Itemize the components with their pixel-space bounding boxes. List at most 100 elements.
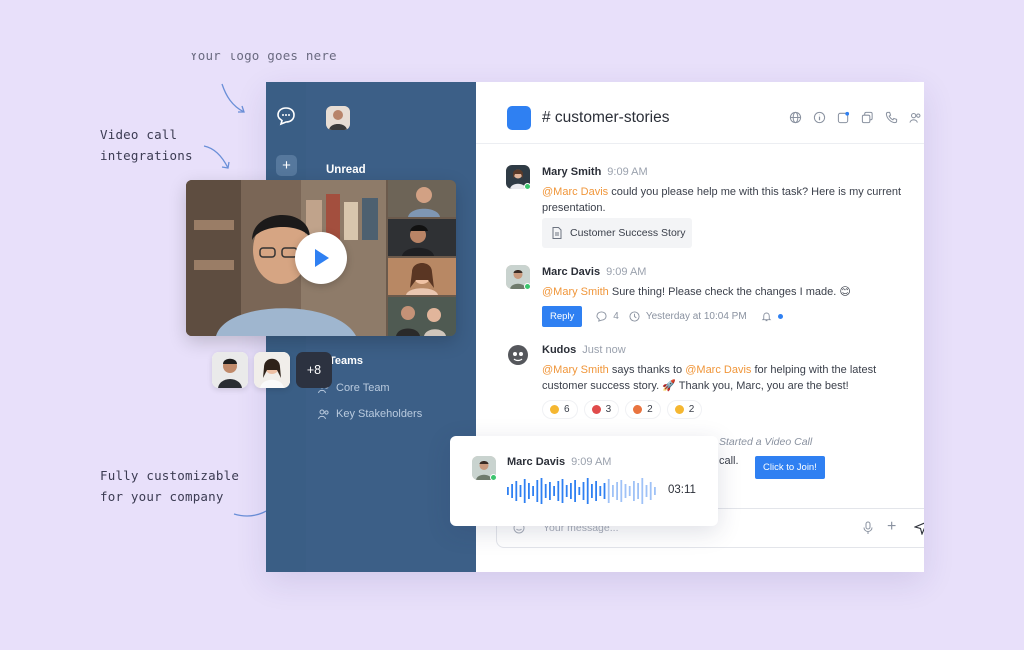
- waveform-bar: [570, 483, 572, 499]
- waveform-bar: [519, 485, 522, 497]
- voice-message-card[interactable]: Marc Davis 9:09 AM 03:11: [450, 436, 718, 526]
- waveform-bar: [536, 480, 539, 502]
- thread-row: Reply 4 Yesterday at 10:04 PM: [542, 306, 783, 327]
- reply-time: Yesterday at 10:04 PM: [645, 311, 747, 322]
- message-text: @Marc Davis could you please help me wit…: [542, 184, 912, 216]
- video-annotation-line-1: Video call: [100, 127, 178, 142]
- logo-arrow-icon: [221, 83, 245, 113]
- join-call-button[interactable]: Click to Join!: [755, 456, 825, 479]
- author-name: Kudos: [542, 344, 577, 356]
- waveform-bar: [553, 486, 555, 496]
- waveform-bar: [515, 481, 518, 501]
- mention-link[interactable]: @Marc Davis: [542, 186, 608, 198]
- video-call-status: Started a Video Call: [719, 436, 813, 448]
- bell-icon[interactable]: [761, 311, 772, 322]
- message-time: 9:09 AM: [606, 266, 647, 278]
- reaction-chip[interactable]: 3: [583, 400, 620, 419]
- send-icon[interactable]: [914, 521, 924, 535]
- chat-logo-icon[interactable]: [276, 106, 296, 126]
- participant-thumbnail[interactable]: [388, 297, 456, 336]
- video-annotation: Video call integrations: [100, 124, 193, 166]
- smile-emoji-icon: [674, 405, 684, 414]
- waveform-bar: [586, 478, 589, 504]
- participant-avatars: +8: [212, 352, 332, 388]
- sidebar-item-label: Key Stakeholders: [336, 408, 423, 420]
- message-text: @Mary Smith Sure thing! Please check the…: [542, 284, 912, 300]
- waveform-bar: [595, 481, 597, 501]
- reply-count[interactable]: 4: [613, 311, 619, 322]
- edit-icon[interactable]: [837, 111, 850, 124]
- reaction-chip[interactable]: 2: [625, 400, 661, 419]
- info-icon[interactable]: [813, 111, 826, 124]
- header-toolbar: [789, 111, 922, 124]
- phone-icon[interactable]: [885, 111, 898, 124]
- play-button[interactable]: [295, 232, 347, 284]
- waveform-bar: [654, 487, 656, 495]
- reaction-bar: 6 3 2 2: [542, 400, 703, 419]
- waveform-bar: [544, 484, 547, 498]
- waveform-bar: [582, 482, 585, 500]
- message-text: @Mary Smith says thanks to @Marc Davis f…: [542, 362, 912, 394]
- reaction-chip[interactable]: 6: [542, 400, 578, 419]
- grin-emoji-icon: [550, 405, 559, 414]
- sidebar-section-unread[interactable]: Unread: [326, 164, 366, 176]
- clock-icon: [629, 311, 640, 322]
- video-call-preview[interactable]: [186, 180, 456, 336]
- message-body: Sure thing! Please check the changes I m…: [608, 286, 851, 298]
- waveform-bar: [507, 487, 509, 495]
- add-workspace-button[interactable]: +: [276, 155, 297, 176]
- trophy-emoji-icon: [591, 405, 601, 414]
- members-icon[interactable]: [909, 111, 922, 124]
- comment-icon: [596, 311, 607, 322]
- participant-avatar[interactable]: [212, 352, 248, 388]
- sidebar-section-teams[interactable]: Teams: [329, 355, 363, 367]
- waveform-bar: [624, 484, 627, 498]
- mention-link[interactable]: @Marc Davis: [685, 364, 751, 376]
- author-name: Mary Smith: [542, 166, 602, 178]
- attachment-chip[interactable]: Customer Success Story: [542, 218, 692, 248]
- add-attachment-icon[interactable]: +: [887, 518, 896, 536]
- channel-header: # customer-stories: [476, 82, 924, 144]
- globe-icon[interactable]: [789, 111, 802, 124]
- message-author[interactable]: Kudos Just now: [542, 344, 626, 356]
- waveform-bar: [557, 481, 560, 501]
- reaction-count: 3: [605, 404, 612, 415]
- reaction-count: 2: [688, 404, 695, 415]
- participant-thumbnail[interactable]: [388, 258, 456, 295]
- waveform-bar: [528, 483, 530, 499]
- participant-thumbnail[interactable]: [388, 180, 456, 217]
- waveform-bar: [612, 485, 614, 497]
- message-body: says thanks to: [608, 364, 686, 376]
- copy-icon[interactable]: [861, 111, 874, 124]
- waveform-bar: [645, 485, 648, 497]
- document-icon: [552, 227, 562, 239]
- mention-link[interactable]: @Mary Smith: [542, 286, 609, 298]
- attachment-name: Customer Success Story: [570, 227, 686, 239]
- rocket-emoji-icon: [633, 405, 643, 414]
- channel-icon: [507, 106, 531, 130]
- online-status-icon: [524, 283, 531, 290]
- waveform-bar: [637, 483, 639, 499]
- message-author[interactable]: Marc Davis 9:09 AM: [542, 266, 646, 278]
- more-participants-badge[interactable]: +8: [296, 352, 332, 388]
- microphone-icon[interactable]: [862, 521, 874, 535]
- logo-annotation: Your logo goes here: [190, 48, 337, 63]
- reply-button[interactable]: Reply: [542, 306, 583, 327]
- participant-avatar[interactable]: [254, 352, 290, 388]
- reaction-chip[interactable]: 2: [666, 400, 703, 419]
- mention-link[interactable]: @Mary Smith: [542, 364, 609, 376]
- waveform-bar: [574, 480, 576, 502]
- waveform[interactable]: [507, 476, 659, 506]
- voice-author[interactable]: Marc Davis 9:09 AM: [507, 456, 611, 468]
- waveform-bar: [599, 486, 602, 496]
- sidebar-item-key-stakeholders[interactable]: Key Stakeholders: [318, 408, 422, 420]
- participant-thumbnail[interactable]: [388, 219, 456, 256]
- waveform-bar: [628, 486, 631, 496]
- presenter-camera: [186, 180, 386, 336]
- message-author[interactable]: Mary Smith 9:09 AM: [542, 166, 648, 178]
- unread-dot-icon: [777, 314, 783, 319]
- user-avatar[interactable]: [326, 106, 350, 130]
- waveform-bar: [616, 482, 618, 500]
- avatar[interactable]: [506, 343, 530, 367]
- author-name: Marc Davis: [507, 456, 566, 468]
